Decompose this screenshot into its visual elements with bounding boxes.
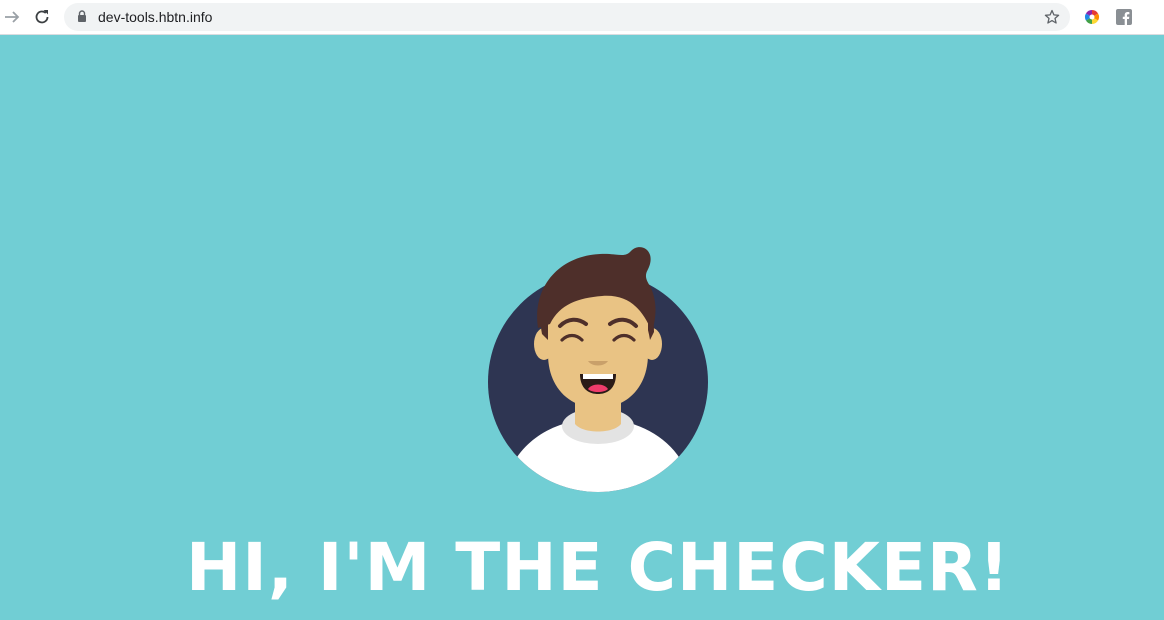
forward-arrow-icon [5, 11, 20, 23]
page-content: HI, I'M THE CHECKER! [0, 36, 1164, 620]
bookmark-button[interactable] [1040, 5, 1064, 29]
color-wheel-icon [1085, 10, 1099, 24]
browser-toolbar: dev-tools.hbtn.info [0, 0, 1164, 35]
star-icon [1044, 9, 1060, 24]
reload-button[interactable] [30, 5, 54, 29]
color-extension-button[interactable] [1081, 6, 1103, 28]
address-bar[interactable]: dev-tools.hbtn.info [64, 3, 1070, 31]
facebook-icon [1116, 9, 1132, 25]
forward-button[interactable] [0, 5, 24, 29]
reload-icon [35, 10, 49, 24]
facebook-extension-button[interactable] [1113, 6, 1135, 28]
checker-avatar [488, 247, 708, 492]
url-text: dev-tools.hbtn.info [98, 9, 213, 25]
lock-icon [78, 10, 86, 22]
page-headline: HI, I'M THE CHECKER! [186, 529, 1010, 606]
